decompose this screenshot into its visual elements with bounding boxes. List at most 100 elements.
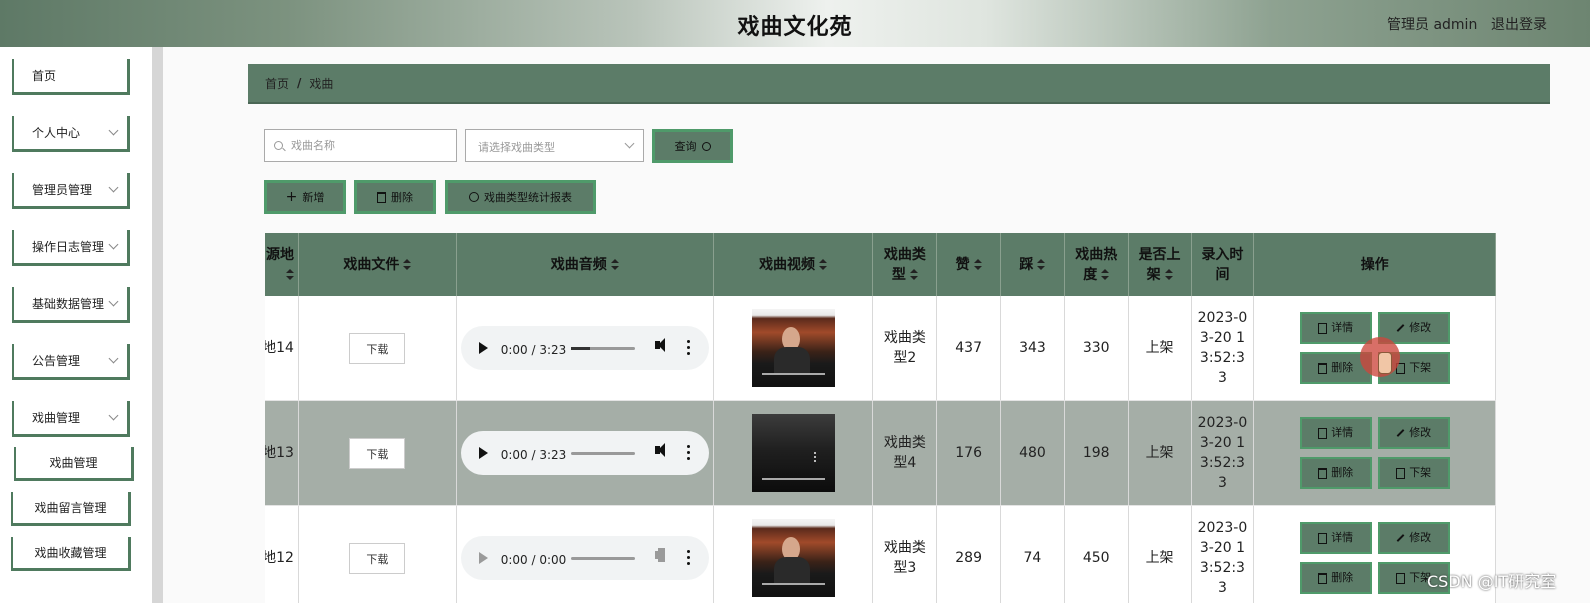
- sidebar-subitem-label: 戏曲管理: [49, 456, 98, 470]
- video-player[interactable]: [751, 309, 835, 387]
- table-row[interactable]: 源地13 下载 0:00 / 3:23: [265, 400, 1496, 506]
- sidebar-item-opera[interactable]: 戏曲管理: [12, 401, 130, 437]
- document-icon: [1396, 467, 1406, 479]
- more-options-icon[interactable]: [686, 340, 690, 356]
- breadcrumb-current: 戏曲: [309, 76, 334, 91]
- edit-label: 修改: [1409, 321, 1432, 334]
- volume-icon[interactable]: [654, 443, 665, 457]
- video-player[interactable]: [751, 519, 835, 597]
- column-header-type[interactable]: 戏曲类型: [872, 233, 938, 296]
- audio-seek-bar[interactable]: [570, 557, 635, 560]
- batch-delete-button[interactable]: 删除: [354, 180, 436, 214]
- add-button[interactable]: + 新增: [264, 180, 346, 214]
- edit-label: 修改: [1409, 426, 1432, 439]
- sidebar-item-base-data[interactable]: 基础数据管理: [12, 287, 130, 323]
- sidebar-item-personal-center[interactable]: 个人中心: [12, 116, 130, 152]
- edit-icon: [1396, 534, 1405, 542]
- video-progress-bar[interactable]: [761, 373, 825, 375]
- sort-icon[interactable]: [1037, 258, 1046, 271]
- opera-name-input[interactable]: [289, 138, 453, 153]
- table-row[interactable]: 源地12 下载 0:00 / 0:00: [265, 505, 1496, 603]
- document-icon: [1318, 427, 1328, 439]
- download-button[interactable]: 下载: [349, 437, 406, 469]
- play-icon[interactable]: [478, 447, 488, 459]
- cell-file: 下载: [298, 400, 457, 506]
- sidebar-scrollbar[interactable]: [152, 47, 163, 603]
- column-header-video[interactable]: 戏曲视频: [713, 233, 874, 296]
- more-options-icon[interactable]: [813, 452, 817, 464]
- column-header-file[interactable]: 戏曲文件: [298, 233, 457, 296]
- edit-button[interactable]: 修改: [1377, 522, 1450, 554]
- sort-icon[interactable]: [1101, 268, 1110, 281]
- play-icon[interactable]: [478, 342, 488, 354]
- cell-time: 2023-03-20 13:52:33: [1191, 505, 1255, 603]
- header-label: 是否上架: [1138, 246, 1181, 283]
- download-button[interactable]: 下载: [349, 542, 406, 574]
- opera-name-search[interactable]: [264, 129, 457, 162]
- sort-icon[interactable]: [1164, 268, 1173, 281]
- column-header-shelf[interactable]: 是否上架: [1128, 233, 1192, 296]
- audio-player[interactable]: 0:00 / 3:23: [460, 326, 709, 370]
- header-label: 踩: [1019, 256, 1034, 273]
- edit-button[interactable]: 修改: [1377, 417, 1450, 449]
- sidebar-subitem-opera-favorites[interactable]: 戏曲收藏管理: [11, 537, 131, 571]
- logout-link[interactable]: 退出登录: [1491, 14, 1547, 34]
- cell-origin: 源地13: [265, 400, 299, 506]
- delete-button[interactable]: 删除: [1299, 562, 1372, 594]
- cell-shelf: 上架: [1128, 505, 1192, 603]
- plus-icon: +: [285, 189, 298, 205]
- audio-seek-bar[interactable]: [570, 347, 635, 350]
- trash-icon: [1318, 362, 1328, 374]
- admin-user-label[interactable]: 管理员 admin: [1387, 14, 1477, 34]
- video-thumbnail-figure-body: [773, 557, 810, 583]
- sort-icon[interactable]: [403, 258, 412, 271]
- sidebar-item-admin-management[interactable]: 管理员管理: [12, 173, 130, 209]
- column-header-dislike[interactable]: 踩: [1000, 233, 1065, 296]
- video-progress-bar[interactable]: [761, 478, 825, 480]
- download-button[interactable]: 下载: [349, 332, 406, 364]
- audio-progress-fill: [570, 347, 590, 350]
- chevron-down-icon: [108, 353, 119, 364]
- sidebar-item-log-management[interactable]: 操作日志管理: [12, 230, 130, 266]
- breadcrumb-home[interactable]: 首页: [265, 75, 289, 92]
- sidebar-item-notice[interactable]: 公告管理: [12, 344, 130, 380]
- sidebar-subitem-opera-comments[interactable]: 戏曲留言管理: [11, 492, 131, 526]
- video-progress-bar[interactable]: [761, 583, 825, 585]
- volume-icon[interactable]: [654, 548, 665, 562]
- column-header-like[interactable]: 赞: [936, 233, 1002, 296]
- sort-icon[interactable]: [610, 258, 619, 271]
- more-options-icon[interactable]: [686, 445, 690, 461]
- sidebar-subitem-opera-management[interactable]: 戏曲管理: [14, 447, 134, 481]
- audio-player[interactable]: 0:00 / 0:00: [460, 536, 709, 580]
- column-header-time[interactable]: 录入时间: [1191, 233, 1255, 296]
- delete-label: 删除: [1331, 571, 1354, 584]
- column-header-heat[interactable]: 戏曲热度: [1064, 233, 1129, 296]
- table-row[interactable]: 源地14 下载 0:00 / 3:23: [265, 296, 1496, 401]
- cell-ops: 详情 修改 删除 下架: [1253, 400, 1496, 506]
- unshelf-button[interactable]: 下架: [1377, 457, 1450, 489]
- sidebar-item-home[interactable]: 首页: [12, 59, 130, 95]
- audio-seek-bar[interactable]: [570, 452, 635, 455]
- header-label: 录入时间: [1201, 246, 1244, 283]
- detail-button[interactable]: 详情: [1299, 417, 1372, 449]
- detail-button[interactable]: 详情: [1299, 312, 1372, 344]
- column-header-audio[interactable]: 戏曲音频: [456, 233, 714, 296]
- sort-icon[interactable]: [909, 268, 918, 281]
- column-header-origin[interactable]: 源地: [265, 233, 299, 296]
- volume-icon[interactable]: [654, 338, 665, 352]
- sidebar-subitem-label: 戏曲留言管理: [34, 501, 107, 515]
- column-header-ops: 操作: [1253, 233, 1496, 296]
- type-report-button[interactable]: 戏曲类型统计报表: [445, 180, 596, 214]
- sort-icon[interactable]: [285, 268, 294, 281]
- sort-icon[interactable]: [819, 258, 828, 271]
- delete-button[interactable]: 删除: [1299, 457, 1372, 489]
- cell-dislike: 480: [1000, 400, 1065, 506]
- query-button[interactable]: 查询: [652, 129, 733, 163]
- audio-player[interactable]: 0:00 / 3:23: [460, 431, 709, 475]
- video-player[interactable]: [751, 414, 835, 492]
- play-icon[interactable]: [478, 552, 488, 564]
- sort-icon[interactable]: [973, 258, 982, 271]
- detail-button[interactable]: 详情: [1299, 522, 1372, 554]
- more-options-icon[interactable]: [686, 550, 690, 566]
- opera-type-select[interactable]: 请选择戏曲类型: [465, 129, 644, 162]
